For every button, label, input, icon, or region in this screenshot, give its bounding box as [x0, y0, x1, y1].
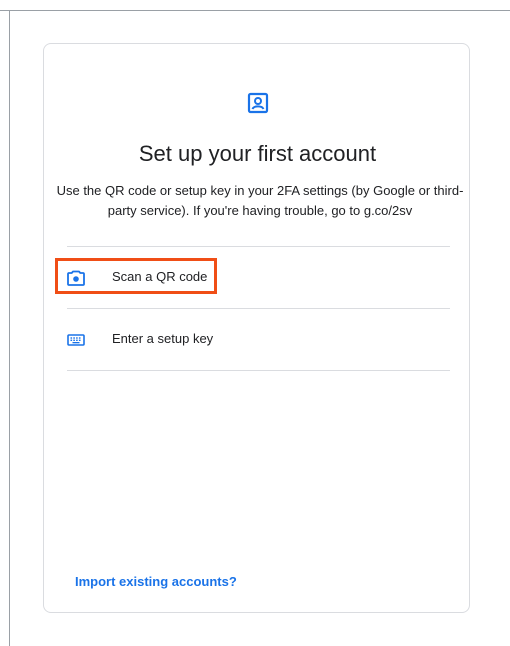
window-top-border: [0, 10, 510, 11]
divider: [67, 246, 450, 247]
setup-description: Use the QR code or setup key in your 2FA…: [56, 183, 464, 218]
window-left-border: [9, 10, 10, 646]
divider: [67, 308, 450, 309]
keyboard-icon: [67, 334, 85, 346]
import-accounts-link[interactable]: Import existing accounts?: [75, 574, 237, 589]
enter-setup-key-option[interactable]: Enter a setup key: [54, 320, 461, 360]
account-box-icon: [247, 92, 269, 114]
setup-card: Set up your first account Use the QR cod…: [43, 43, 470, 613]
divider: [67, 370, 450, 371]
page-title: Set up your first account: [138, 141, 377, 166]
highlight-box: [55, 258, 217, 294]
enter-setup-key-label: Enter a setup key: [112, 331, 214, 346]
